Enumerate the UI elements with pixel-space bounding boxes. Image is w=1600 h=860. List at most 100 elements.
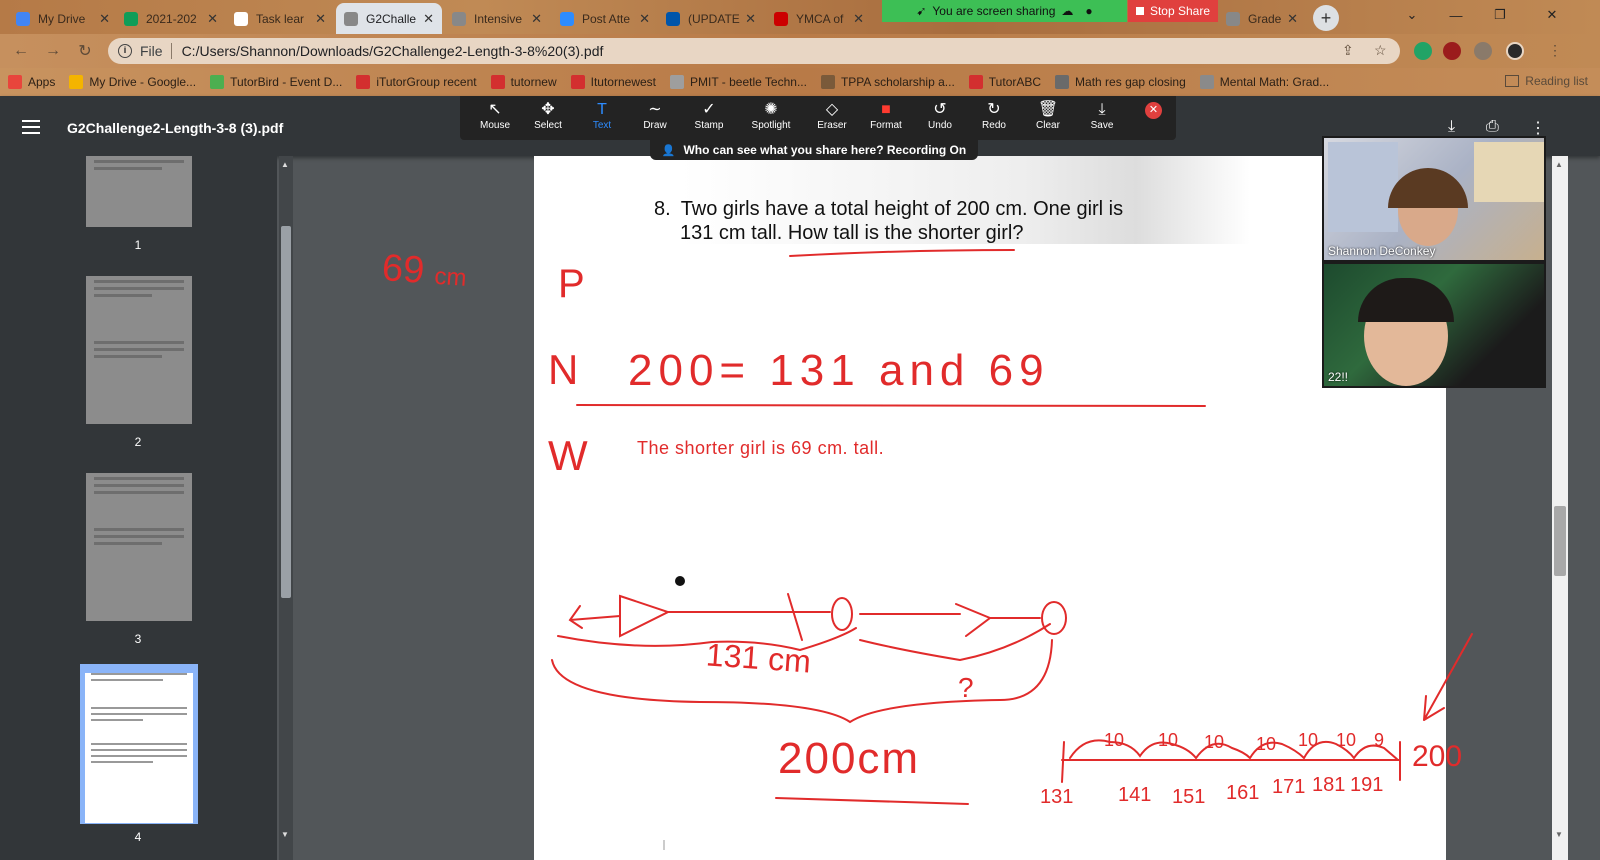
tool-clear[interactable]: 🗑 Clear	[1023, 100, 1073, 131]
redo-icon: ↻	[987, 101, 1001, 118]
bookmark-item[interactable]: iTutorGroup recent	[356, 75, 477, 89]
more-icon[interactable]: ⋮	[1530, 118, 1546, 138]
reload-icon[interactable]: ↻	[72, 38, 98, 64]
tab-close-icon[interactable]: ✕	[207, 11, 218, 27]
tab-search-icon[interactable]: ⌄	[1390, 0, 1434, 30]
participant-name: 22!!	[1328, 370, 1349, 384]
bookmark-item[interactable]: TPPA scholarship a...	[820, 75, 955, 89]
close-window-button[interactable]: ✕	[1530, 0, 1574, 30]
screen-sharing-banner[interactable]: ➹ You are screen sharing ☁ ●	[882, 0, 1127, 22]
participant-video[interactable]: 22!!	[1322, 262, 1546, 388]
puzzle-icon[interactable]	[1474, 42, 1492, 60]
minimize-button[interactable]: —	[1434, 0, 1478, 30]
browser-tab[interactable]: (UPDATE ✕	[658, 3, 764, 34]
jump-label: 10	[1104, 730, 1125, 750]
kebab-menu-icon[interactable]: ⋮	[1548, 42, 1562, 59]
tool-select[interactable]: ✥ Select	[523, 100, 573, 131]
tool-mouse[interactable]: ↖ Mouse	[470, 100, 520, 131]
share-icon[interactable]: ⇪	[1342, 42, 1354, 59]
tab-favicon-icon	[344, 11, 358, 26]
profile-avatar[interactable]	[1506, 42, 1524, 60]
tab-close-icon[interactable]: ✕	[639, 11, 650, 27]
thumbnail-page-2[interactable]	[86, 276, 192, 424]
tool-draw[interactable]: ∼ Draw	[630, 100, 680, 131]
bookmark-label: TPPA scholarship a...	[840, 75, 955, 89]
scroll-thumb[interactable]	[281, 226, 291, 598]
scroll-down-icon[interactable]: ▼	[281, 830, 289, 839]
extension-icon[interactable]	[1414, 42, 1432, 60]
trash-icon: 🗑	[1037, 101, 1059, 118]
forward-icon[interactable]: →	[40, 38, 66, 64]
scroll-up-icon[interactable]: ▲	[281, 160, 289, 169]
bookmark-item[interactable]: PMIT - beetle Techn...	[670, 75, 807, 89]
tool-eraser[interactable]: ◇ Eraser	[807, 100, 857, 131]
tool-spotlight[interactable]: ✺ Spotlight	[746, 100, 796, 131]
download-icon[interactable]: ⤓	[1448, 118, 1455, 136]
answer-number: 69	[380, 247, 426, 292]
tab-title: YMCA of	[796, 11, 844, 26]
tool-label: Stamp	[694, 120, 724, 131]
browser-tab[interactable]: YMCA of ✕	[766, 3, 872, 34]
bookmark-label: TutorBird - Event D...	[230, 75, 343, 89]
tool-format[interactable]: ■ Format	[861, 100, 911, 131]
tool-stamp[interactable]: ✓ Stamp	[684, 100, 734, 131]
thumbnail-label: 4	[134, 830, 142, 844]
scroll-up-icon[interactable]: ▲	[1555, 160, 1563, 169]
bookmark-item[interactable]: Math res gap closing	[1055, 75, 1186, 89]
new-tab-button[interactable]: +	[1313, 5, 1339, 31]
bookmark-item[interactable]: Apps	[8, 75, 55, 89]
menu-icon[interactable]	[22, 120, 40, 134]
document-scrollbar[interactable]: ▲ ▼	[1552, 156, 1568, 860]
tool-save[interactable]: ⤓ Save	[1077, 100, 1127, 131]
star-icon[interactable]: ☆	[1374, 42, 1387, 59]
tool-label: Eraser	[817, 120, 847, 131]
ublock-icon[interactable]	[1443, 42, 1461, 60]
browser-tab[interactable]: 2021-202 ✕	[116, 3, 226, 34]
bookmark-item[interactable]: Mental Math: Grad...	[1199, 75, 1329, 89]
bookmark-favicon-icon	[490, 75, 505, 89]
info-icon[interactable]: i	[118, 44, 132, 58]
browser-tab[interactable]: Grade 8 ✕	[1218, 3, 1306, 34]
thumbnail-page-4-selected[interactable]	[80, 664, 198, 824]
bookmark-item[interactable]: Itutornewest	[570, 75, 656, 89]
tick-label: 171	[1272, 776, 1306, 798]
tab-close-icon[interactable]: ✕	[531, 11, 542, 27]
browser-tab[interactable]: My Drive ✕	[8, 3, 118, 34]
tab-close-icon[interactable]: ✕	[423, 11, 434, 27]
tool-label: Undo	[928, 120, 952, 131]
reading-list-button[interactable]: Reading list	[1505, 74, 1588, 88]
browser-tab[interactable]: Intensive ✕	[444, 3, 550, 34]
restore-button[interactable]: ❐	[1478, 0, 1522, 30]
participant-video[interactable]: Shannon DeConkey	[1322, 136, 1546, 262]
bookmark-item[interactable]: TutorBird - Event D...	[210, 75, 342, 89]
address-bar[interactable]: i File C:/Users/Shannon/Downloads/G2Chal…	[108, 38, 1400, 64]
select-icon: ✥	[541, 101, 555, 118]
bookmark-label: Apps	[28, 75, 56, 89]
bookmark-item[interactable]: My Drive - Google...	[69, 75, 196, 89]
bookmark-item[interactable]: tutornew	[490, 75, 557, 89]
tool-undo[interactable]: ↺ Undo	[915, 100, 965, 131]
close-annotation-icon[interactable]: ✕	[1145, 102, 1162, 119]
back-icon[interactable]: ←	[8, 38, 34, 64]
stop-share-button[interactable]: Stop Share	[1128, 0, 1218, 22]
tool-text[interactable]: T Text	[577, 100, 627, 131]
tab-favicon-icon	[560, 11, 574, 26]
thumbnail-page-3[interactable]	[86, 473, 192, 621]
scroll-thumb[interactable]	[1554, 506, 1566, 576]
browser-tab[interactable]: Post Atte ✕	[552, 3, 658, 34]
tab-title: Grade 8	[1248, 11, 1283, 26]
scroll-down-icon[interactable]: ▼	[1555, 830, 1563, 839]
tab-close-icon[interactable]: ✕	[315, 11, 326, 27]
thumbnail-page-1[interactable]	[86, 156, 192, 227]
tab-close-icon[interactable]: ✕	[1287, 11, 1298, 27]
print-icon[interactable]: ⎙	[1486, 118, 1499, 136]
tool-redo[interactable]: ↻ Redo	[969, 100, 1019, 131]
recording-notice[interactable]: 👤 Who can see what you share here? Recor…	[650, 140, 978, 160]
browser-tab[interactable]: Task lear ✕	[226, 3, 334, 34]
tab-close-icon[interactable]: ✕	[99, 11, 110, 27]
bookmark-item[interactable]: TutorABC	[968, 75, 1041, 89]
tab-close-icon[interactable]: ✕	[853, 11, 864, 27]
sidebar-scrollbar[interactable]: ▲ ▼	[279, 156, 293, 860]
browser-tab[interactable]: G2Challe ✕	[336, 3, 442, 34]
tab-close-icon[interactable]: ✕	[745, 11, 756, 27]
